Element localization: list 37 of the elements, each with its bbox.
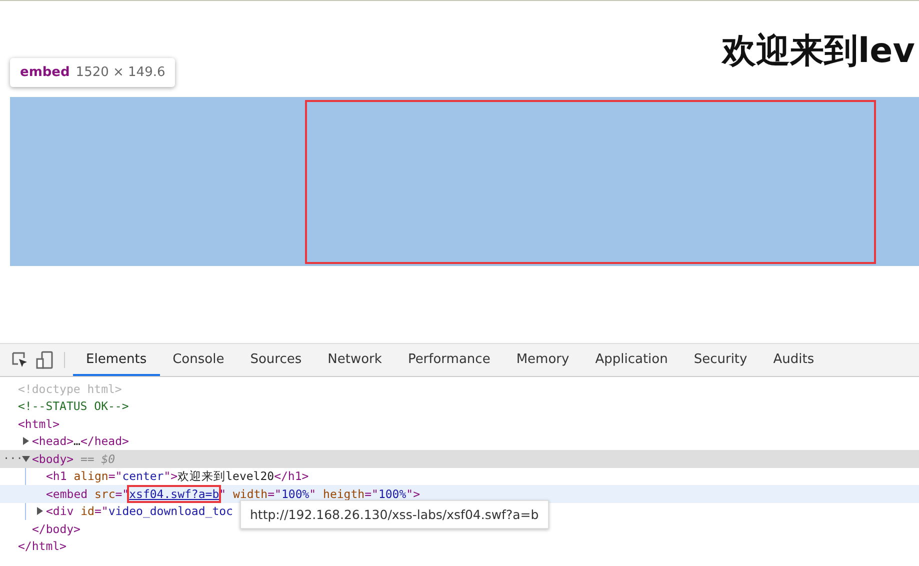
more-options-icon[interactable]: ···: [3, 452, 23, 466]
devtools-tab[interactable]: Security: [680, 344, 760, 376]
devtools-tab[interactable]: Memory: [503, 344, 582, 376]
code-text: <body> == $0: [32, 452, 116, 466]
source-link[interactable]: xsf04.swf?a=b: [129, 486, 220, 501]
code-text: <div id="video_download_toc: [46, 504, 233, 518]
dom-node-row[interactable]: <head>…</head>: [0, 432, 129, 450]
dom-node-row[interactable]: <html>: [0, 415, 60, 432]
devtools-tab[interactable]: Audits: [760, 344, 828, 376]
dom-node-row[interactable]: <!--STATUS OK-->: [0, 398, 129, 415]
code-text: </html>: [18, 539, 66, 554]
page-heading: 欢迎来到lev: [722, 30, 915, 73]
devtools-tab[interactable]: Sources: [237, 344, 315, 376]
element-tooltip: embed 1520 × 149.6: [10, 58, 176, 87]
collapsed-arrow-icon[interactable]: [36, 507, 44, 516]
code-text: </body>: [32, 522, 80, 536]
dom-node-row[interactable]: <h1 align="center">欢迎来到level20</h1>: [0, 468, 309, 485]
devtools-tab[interactable]: Elements: [73, 344, 160, 376]
devtools-tab[interactable]: Application: [582, 344, 681, 376]
code-text: <html>: [18, 416, 60, 431]
devtools-tab[interactable]: Performance: [394, 344, 504, 376]
code-text: " width="100%" heigth="100%">: [219, 486, 420, 501]
expanded-arrow-icon[interactable]: [22, 454, 30, 463]
dom-node-row[interactable]: ··· <body> == $0: [0, 450, 919, 468]
dom-node-row[interactable]: <embed src="xsf04.swf?a=b" width="100%" heigth="100%">: [0, 485, 919, 502]
code-text: <h1 align="center">欢迎来到level20</h1>: [46, 468, 309, 484]
device-icon[interactable]: [36, 351, 54, 369]
inspect-icon[interactable]: [12, 352, 28, 368]
link-tooltip: http://192.168.26.130/xss-labs/xsf04.swf?a=b: [240, 500, 549, 529]
devtools-tab[interactable]: Network: [314, 344, 395, 376]
dom-node-row[interactable]: <div id="video_download_toc: [0, 502, 233, 520]
code-text: <!--STATUS OK-->: [18, 399, 129, 414]
collapsed-arrow-icon[interactable]: [22, 437, 30, 446]
code-text: <embed src=": [46, 486, 130, 501]
devtools-tab[interactable]: Console: [160, 344, 238, 376]
code-text: <!doctype html>: [18, 382, 122, 396]
code-text: <head>…</head>: [32, 434, 129, 448]
